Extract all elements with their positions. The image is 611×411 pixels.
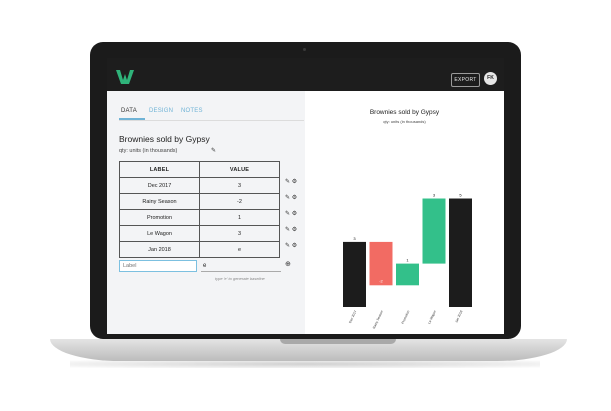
active-tab-indicator [119, 118, 145, 120]
row-value[interactable]: -2 [199, 193, 280, 210]
data-label: 3 [353, 236, 356, 241]
column-header-value: VALUE [199, 161, 280, 178]
bar-dec-2017 [343, 241, 366, 307]
row-label[interactable]: Promotion [119, 209, 200, 226]
data-label: 5 [459, 193, 462, 198]
row-label[interactable]: Jan 2018 [119, 241, 200, 258]
new-label-input[interactable] [119, 260, 197, 272]
row-actions: ✎ ⚙ [284, 210, 300, 225]
top-bar: EXPORT FK [107, 58, 504, 91]
x-tick-label: Le Wagon [427, 310, 437, 325]
x-tick-label: Promotion [401, 310, 411, 325]
row-value[interactable]: e [199, 241, 280, 258]
table-row[interactable]: Promotion 1 [119, 209, 280, 226]
data-label: 3 [433, 193, 436, 198]
pencil-icon[interactable]: ✎ [284, 178, 291, 185]
x-tick-label: Dec 2017 [348, 310, 357, 324]
row-label[interactable]: Dec 2017 [119, 177, 200, 194]
gear-icon[interactable]: ⚙ [291, 194, 298, 201]
camera-dot [303, 48, 306, 51]
gear-icon[interactable]: ⚙ [291, 226, 298, 233]
export-button[interactable]: EXPORT [451, 73, 480, 87]
x-tick-label: Rainy Season [372, 310, 384, 330]
plus-circle-icon[interactable]: ⊕ [285, 260, 291, 268]
table-row[interactable]: Rainy Season -2 [119, 193, 280, 210]
data-table: LABEL VALUE Dec 2017 3 Rainy Season -2 P… [119, 161, 280, 258]
chart-title-field[interactable]: Brownies sold by Gypsy [119, 134, 210, 144]
row-value[interactable]: 3 [199, 177, 280, 194]
laptop-shadow [70, 360, 540, 368]
avatar[interactable]: FK [484, 72, 497, 85]
pencil-icon[interactable]: ✎ [284, 226, 291, 233]
new-value-input[interactable] [201, 260, 281, 272]
logo-icon[interactable] [116, 70, 134, 84]
chart-subtitle-field[interactable]: qty: units (in thousands) [119, 148, 177, 154]
tab-design[interactable]: DESIGN [149, 108, 173, 114]
table-row[interactable]: Le Wagon 3 [119, 225, 280, 242]
chart-preview-panel: Brownies sold by Gypsy qty: units (in th… [305, 91, 504, 334]
row-actions: ✎ ⚙ [284, 178, 300, 193]
pencil-icon[interactable]: ✎ [284, 242, 291, 249]
row-actions: ✎ ⚙ [284, 226, 300, 241]
tab-data[interactable]: DATA [121, 108, 137, 114]
pencil-icon[interactable]: ✎ [284, 194, 291, 201]
data-label: 1 [406, 258, 409, 263]
table-row[interactable]: Dec 2017 3 [119, 177, 280, 194]
gear-icon[interactable]: ⚙ [291, 242, 298, 249]
pencil-icon[interactable]: ✎ [284, 210, 291, 217]
input-hint: type 'e' to generate baseline [215, 276, 265, 281]
table-header-row: LABEL VALUE [119, 161, 280, 178]
row-value[interactable]: 3 [199, 225, 280, 242]
bar-le-wagon [422, 198, 446, 264]
row-actions: ✎ ⚙ [284, 194, 300, 209]
table-row[interactable]: Jan 2018 e [119, 241, 280, 258]
gear-icon[interactable]: ⚙ [291, 210, 298, 217]
laptop-screen: EXPORT FK DATA DESIGN NOTES Brownies sol… [107, 58, 504, 334]
gear-icon[interactable]: ⚙ [291, 178, 298, 185]
column-header-label: LABEL [119, 161, 200, 178]
editor-panel: DATA DESIGN NOTES Brownies sold by Gypsy… [107, 91, 305, 334]
row-label[interactable]: Rainy Season [119, 193, 200, 210]
tab-notes[interactable]: NOTES [181, 108, 203, 114]
tab-bar: DATA DESIGN NOTES [119, 105, 304, 121]
waterfall-chart: 3Dec 2017-2Rainy Season1Promotion3Le Wag… [343, 193, 472, 330]
row-label[interactable]: Le Wagon [119, 225, 200, 242]
row-actions: ✎ ⚙ [284, 242, 300, 257]
bar-promotion [396, 263, 419, 286]
bar-jan-2018 [449, 198, 472, 307]
x-tick-label: Jan 2018 [454, 310, 463, 324]
pencil-icon[interactable]: ✎ [211, 147, 216, 154]
laptop-hinge [280, 339, 396, 344]
row-value[interactable]: 1 [199, 209, 280, 226]
laptop-base [50, 339, 567, 361]
